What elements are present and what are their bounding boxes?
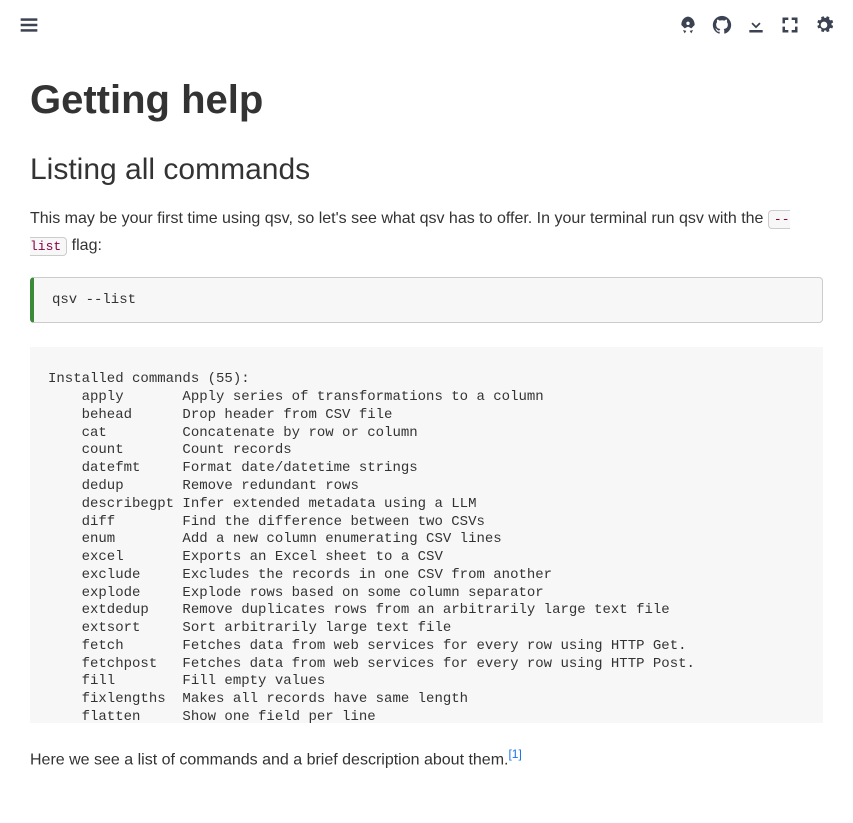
- intro-text-before: This may be your first time using qsv, s…: [30, 210, 768, 227]
- topbar: [0, 0, 853, 50]
- gear-icon[interactable]: [813, 14, 835, 36]
- output-text: Installed commands (55): apply Apply ser…: [30, 347, 823, 723]
- intro-paragraph: This may be your first time using qsv, s…: [30, 205, 823, 259]
- download-icon[interactable]: [745, 14, 767, 36]
- main-content: Getting help Listing all commands This m…: [0, 78, 853, 816]
- page-title: Getting help: [30, 78, 823, 123]
- fullscreen-icon[interactable]: [779, 14, 801, 36]
- github-icon[interactable]: [711, 14, 733, 36]
- command-block: qsv --list: [30, 277, 823, 323]
- section-heading: Listing all commands: [30, 153, 823, 187]
- topbar-right: [677, 14, 835, 36]
- footnote-link[interactable]: [1]: [508, 747, 521, 761]
- topbar-left: [18, 14, 40, 36]
- menu-icon[interactable]: [18, 14, 40, 36]
- outro-text: Here we see a list of commands and a bri…: [30, 752, 508, 769]
- outro-paragraph: Here we see a list of commands and a bri…: [30, 743, 823, 774]
- output-block[interactable]: Installed commands (55): apply Apply ser…: [30, 347, 823, 723]
- rocket-icon[interactable]: [677, 14, 699, 36]
- intro-text-after: flag:: [67, 237, 102, 254]
